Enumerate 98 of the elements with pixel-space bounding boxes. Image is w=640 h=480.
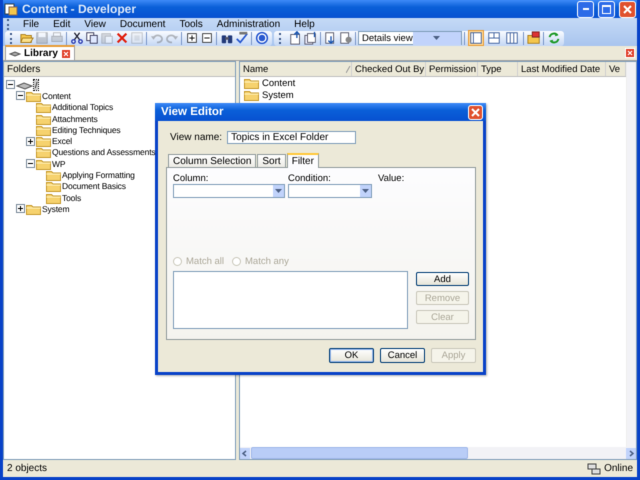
- column-header[interactable]: Permission: [426, 62, 478, 76]
- dialog-button[interactable]: Add: [416, 272, 469, 286]
- column-header[interactable]: Checked Out By: [352, 62, 426, 76]
- collapse-icon[interactable]: [16, 91, 25, 100]
- dropdown-arrow-icon: [433, 36, 440, 40]
- tree-item[interactable]: Questions and Assessments: [52, 147, 156, 158]
- tree-item[interactable]: Tools: [62, 192, 82, 203]
- column-header[interactable]: Last Modified Date: [518, 62, 606, 76]
- tree-item[interactable]: Attachments: [52, 114, 98, 124]
- menu-item[interactable]: Edit: [46, 18, 78, 30]
- minimize-button[interactable]: [577, 0, 594, 18]
- dropdown-arrow-icon: [362, 189, 369, 193]
- menu-item[interactable]: Tools: [172, 18, 210, 30]
- close-icon: [623, 4, 632, 14]
- folder-icon: [46, 180, 61, 192]
- tree-item[interactable]: WP: [52, 158, 66, 169]
- radio-label: Match any: [245, 256, 289, 267]
- help-icon[interactable]: [254, 31, 268, 45]
- folder-properties-icon[interactable]: [526, 31, 540, 45]
- menu-item[interactable]: Administration: [210, 18, 288, 30]
- tab[interactable]: Column Selection: [168, 154, 256, 167]
- view-dropdown[interactable]: Details view: [358, 31, 462, 45]
- folder-icon: [36, 158, 51, 170]
- close-icon[interactable]: [60, 48, 71, 58]
- app-icon: [4, 2, 18, 16]
- refresh-icon[interactable]: [546, 31, 560, 45]
- horizontal-scrollbar[interactable]: [240, 447, 636, 459]
- filter-list[interactable]: [173, 271, 408, 329]
- scissors-icon[interactable]: [70, 31, 84, 45]
- tree-item[interactable]: Applying Formatting: [62, 170, 135, 180]
- field-label: Column:: [173, 173, 210, 184]
- delete-icon[interactable]: [114, 31, 128, 45]
- folder-icon: [46, 192, 61, 204]
- pane-header: Folders: [6, 64, 40, 74]
- dialog-button[interactable]: Cancel: [380, 348, 425, 363]
- drive-icon: [9, 50, 21, 58]
- list-row[interactable]: Content: [240, 77, 626, 89]
- expand-icon[interactable]: [26, 136, 35, 146]
- details-view-button[interactable]: [468, 30, 484, 46]
- dropdown-arrow-icon: [275, 189, 282, 193]
- minus-box-icon[interactable]: [200, 31, 214, 45]
- view-name-field[interactable]: Topics in Excel Folder: [227, 131, 356, 144]
- close-icon[interactable]: [625, 48, 635, 58]
- radio-label: Match all: [186, 256, 224, 267]
- expand-icon[interactable]: [16, 204, 25, 214]
- copy-icon[interactable]: [84, 31, 98, 45]
- tab[interactable]: Sort: [257, 154, 286, 167]
- condition-dropdown[interactable]: [288, 184, 372, 198]
- folder-icon: [26, 90, 41, 102]
- folder-icon: [36, 101, 51, 114]
- field-label: View name:: [170, 132, 222, 143]
- close-button[interactable]: [468, 104, 483, 120]
- tree-item[interactable]: Document Basics: [62, 181, 126, 192]
- folder-icon: [26, 202, 41, 215]
- vertical-split-button[interactable]: [504, 30, 520, 46]
- maximize-button[interactable]: [598, 0, 615, 18]
- vertical-scrollbar[interactable]: [626, 62, 636, 447]
- close-button[interactable]: [619, 0, 636, 18]
- close-icon: [471, 108, 480, 116]
- dialog-button[interactable]: OK: [329, 348, 374, 363]
- column-dropdown[interactable]: [173, 184, 285, 198]
- folder-icon: [36, 124, 51, 136]
- collapse-icon[interactable]: [26, 159, 35, 168]
- tree-item[interactable]: Excel: [52, 136, 72, 146]
- tree-item[interactable]: Editing Techniques: [52, 124, 121, 135]
- tree-item[interactable]: Content: [42, 90, 71, 101]
- connection-status: Online: [604, 463, 633, 474]
- column-header[interactable]: Type: [478, 62, 518, 76]
- field-label: Condition:: [288, 173, 332, 184]
- computer-icon: [16, 80, 33, 90]
- tab[interactable]: Filter: [286, 153, 319, 168]
- folder-icon: [244, 77, 259, 89]
- tree-item[interactable]: /: [34, 80, 38, 90]
- folder-icon: [46, 169, 61, 182]
- column-header[interactable]: Name: [240, 62, 352, 76]
- menu-item[interactable]: View: [77, 18, 113, 30]
- dialog-title: View Editor: [161, 106, 224, 118]
- tree-item[interactable]: System: [42, 204, 70, 214]
- folder-icon: [36, 146, 51, 158]
- plus-box-icon[interactable]: [184, 31, 198, 45]
- menu-item[interactable]: File: [16, 18, 46, 30]
- folder-icon: [36, 135, 51, 148]
- menu-item[interactable]: Help: [287, 18, 322, 30]
- status-text: 2 objects: [7, 463, 48, 474]
- horizontal-split-button[interactable]: [486, 30, 502, 46]
- library-tab[interactable]: Library: [5, 45, 75, 60]
- list-row[interactable]: System: [240, 89, 626, 101]
- network-icon: [587, 462, 602, 474]
- open-folder-icon[interactable]: [20, 31, 34, 45]
- window-title: Content - Developer: [22, 2, 138, 16]
- tree-item[interactable]: Additional Topics: [52, 102, 114, 112]
- field-label: Value:: [378, 173, 404, 184]
- collapse-icon[interactable]: [6, 80, 15, 90]
- folder-icon: [36, 112, 51, 125]
- minimize-icon: [582, 8, 588, 10]
- menu-item[interactable]: Document: [112, 18, 172, 30]
- maximize-icon: [602, 4, 611, 14]
- folder-icon: [244, 89, 259, 101]
